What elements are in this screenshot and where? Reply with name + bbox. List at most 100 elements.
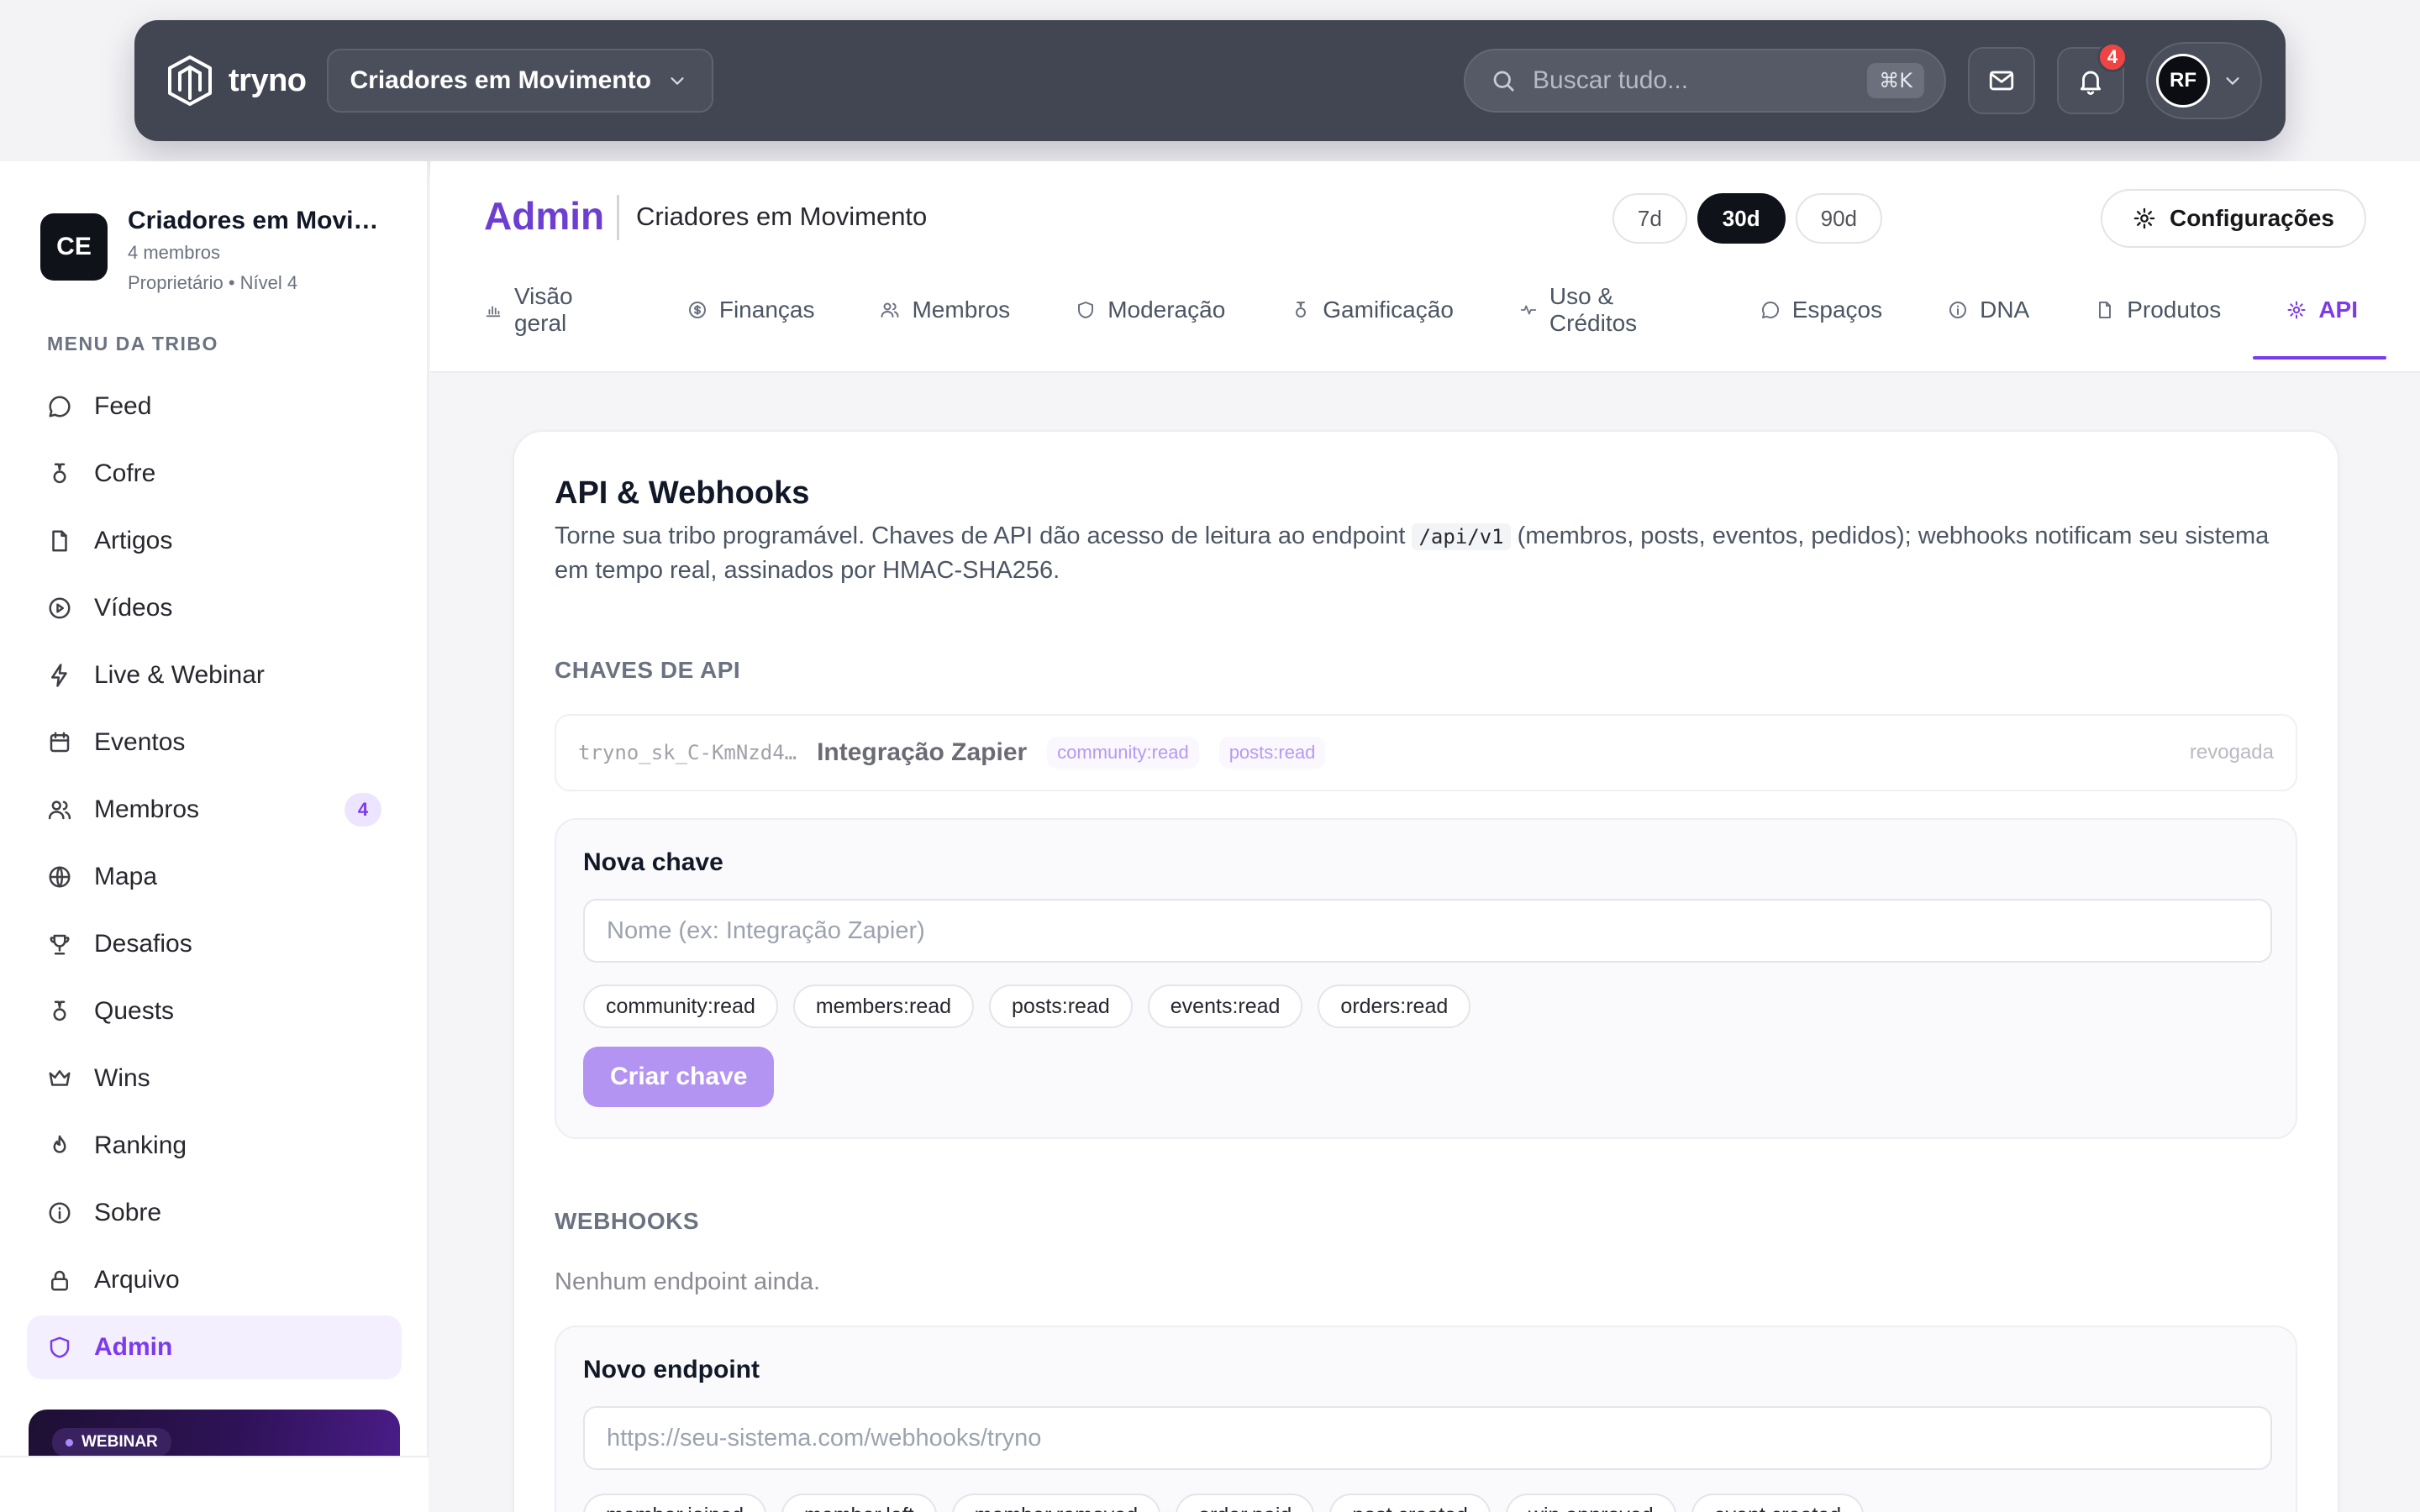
crown-icon (49, 1070, 71, 1086)
tribe-card[interactable]: CE Criadores em Movimento 4 membros Prop… (40, 207, 380, 294)
brand[interactable]: tryno (166, 55, 307, 107)
tab-label: Gamificação (1323, 297, 1454, 323)
tryno-logo-icon (168, 55, 212, 106)
live-dot-icon (66, 1438, 73, 1446)
trophy-icon (50, 934, 70, 955)
api-key-scope: community:read (1047, 737, 1199, 769)
bar-chart-icon (486, 306, 501, 318)
event-chip[interactable]: event.created (1691, 1494, 1865, 1512)
tab-dna[interactable]: DNA (1944, 282, 2033, 338)
webinar-badge-label: WEBINAR (82, 1433, 158, 1451)
endpoint-url-placeholder: https://seu-sistema.com/webhooks/tryno (607, 1424, 1042, 1452)
tab-membros[interactable]: Membros (876, 282, 1013, 338)
range-selector: 7d 30d 90d (1612, 193, 1882, 244)
sidebar-item-label: Feed (94, 392, 152, 420)
calendar-icon (50, 732, 70, 753)
medal-icon (53, 463, 66, 484)
endpoint-url-input[interactable]: https://seu-sistema.com/webhooks/tryno (583, 1406, 2272, 1470)
sidebar-item-v-deos[interactable]: Vídeos (27, 576, 402, 640)
sidebar-item-label: Quests (94, 997, 175, 1025)
settings-button[interactable]: Configurações (2100, 189, 2366, 248)
notification-badge: 4 (2097, 42, 2128, 72)
sidebar-item-ranking[interactable]: Ranking (27, 1114, 402, 1178)
shield-icon (50, 1336, 70, 1358)
sidebar-item-sobre[interactable]: Sobre (27, 1181, 402, 1245)
webinar-badge: WEBINAR (52, 1428, 171, 1457)
tribe-avatar: CE (40, 213, 108, 281)
shield-icon (1078, 302, 1094, 318)
sidebar-item-quests[interactable]: Quests (27, 979, 402, 1043)
page-title: Admin (484, 194, 605, 238)
key-name-input[interactable]: Nome (ex: Integração Zapier) (583, 899, 2272, 963)
tab-espa-os[interactable]: Espaços (1757, 282, 1886, 338)
range-button-90d[interactable]: 90d (1795, 193, 1882, 244)
sidebar-item-cofre[interactable]: Cofre (27, 442, 402, 506)
bell-icon (2080, 71, 2102, 95)
event-chip[interactable]: order.paid (1176, 1494, 1315, 1512)
tab-vis-o-geral[interactable]: Visão geral (481, 282, 625, 338)
tab-uso-cr-ditos[interactable]: Uso & Créditos (1516, 282, 1698, 338)
event-chip[interactable]: win.approved (1505, 1494, 1676, 1512)
sidebar-item-mapa[interactable]: Mapa (27, 845, 402, 909)
event-chip[interactable]: member.removed (951, 1494, 1161, 1512)
calendar-icon (47, 730, 72, 755)
sidebar-item-arquivo[interactable]: Arquivo (27, 1248, 402, 1312)
users-icon (48, 801, 71, 820)
sidebar-item-artigos[interactable]: Artigos (27, 509, 402, 573)
sidebar-item-wins[interactable]: Wins (27, 1047, 402, 1110)
mail-icon (1989, 71, 2014, 91)
api-key-row: tryno_sk_C-KmNzd4… Integração Zapier com… (555, 714, 2297, 791)
notifications-button[interactable]: 4 (2057, 42, 2128, 114)
document-icon (2099, 302, 2112, 318)
brand-name: tryno (229, 62, 307, 98)
scope-chip[interactable]: events:read (1147, 984, 1303, 1028)
sidebar-item-label: Ranking (94, 1131, 187, 1159)
sidebar-item-desafios[interactable]: Desafios (27, 912, 402, 976)
page-subtitle: Criadores em Movimento (636, 202, 928, 231)
sidebar-item-live-webinar[interactable]: Live & Webinar (27, 643, 402, 707)
endpoint-code: /api/v1 (1412, 523, 1511, 550)
users-icon (47, 797, 72, 822)
sidebar-item-feed[interactable]: Feed (27, 375, 402, 438)
tab-label: DNA (1980, 297, 2030, 323)
scope-chip[interactable]: members:read (792, 984, 975, 1028)
tab-produtos[interactable]: Produtos (2091, 282, 2224, 338)
sidebar-item-label: Desafios (94, 930, 192, 958)
event-chip[interactable]: post.created (1329, 1494, 1491, 1512)
tribe-role-level: Proprietário • Nível 4 (128, 272, 298, 293)
medal-icon (1296, 302, 1307, 318)
trophy-icon (47, 932, 72, 957)
scope-chip[interactable]: posts:read (989, 984, 1133, 1028)
tab-api[interactable]: API (2253, 282, 2386, 360)
info-icon (47, 1200, 72, 1226)
scope-chip[interactable]: community:read (583, 984, 778, 1028)
tab-gamifica-o[interactable]: Gamificação (1287, 282, 1457, 338)
sidebar-item-label: Cofre (94, 459, 156, 487)
coin-icon (688, 302, 706, 318)
range-button-30d[interactable]: 30d (1697, 193, 1786, 244)
event-chip[interactable]: member.joined (583, 1494, 766, 1512)
community-select[interactable]: Criadores em Movimento (326, 49, 713, 113)
profile-menu-button[interactable]: RF (2146, 42, 2262, 119)
search-input[interactable]: Buscar tudo... ⌘K (1464, 49, 1946, 113)
medal-icon (47, 999, 72, 1024)
scope-chip[interactable]: orders:read (1318, 984, 1471, 1028)
create-key-button[interactable]: Criar chave (583, 1047, 775, 1107)
webhooks-empty-text: Nenhum endpoint ainda. (555, 1268, 821, 1295)
sidebar-item-eventos[interactable]: Eventos (27, 711, 402, 774)
document-icon (47, 528, 72, 554)
title-divider (617, 195, 619, 240)
event-chip[interactable]: member.left (781, 1494, 937, 1512)
messages-button[interactable] (1968, 47, 2035, 114)
scope-chip-row: community:read members:read posts:read even… (583, 984, 1471, 1028)
new-key-panel: Nova chave Nome (ex: Integração Zapier) … (555, 818, 2297, 1139)
activity-icon (1520, 305, 1537, 315)
tab-finan-as[interactable]: Finanças (684, 282, 818, 338)
tribe-members: 4 membros (128, 242, 221, 263)
tab-modera-o[interactable]: Moderação (1072, 282, 1228, 338)
sidebar-item-admin[interactable]: Admin (27, 1315, 402, 1379)
sidebar-item-membros[interactable]: Membros 4 (27, 778, 402, 842)
new-endpoint-panel: Novo endpoint https://seu-sistema.com/we… (555, 1326, 2297, 1512)
range-button-7d[interactable]: 7d (1612, 193, 1687, 244)
sidebar-item-label: Sobre (94, 1199, 162, 1226)
